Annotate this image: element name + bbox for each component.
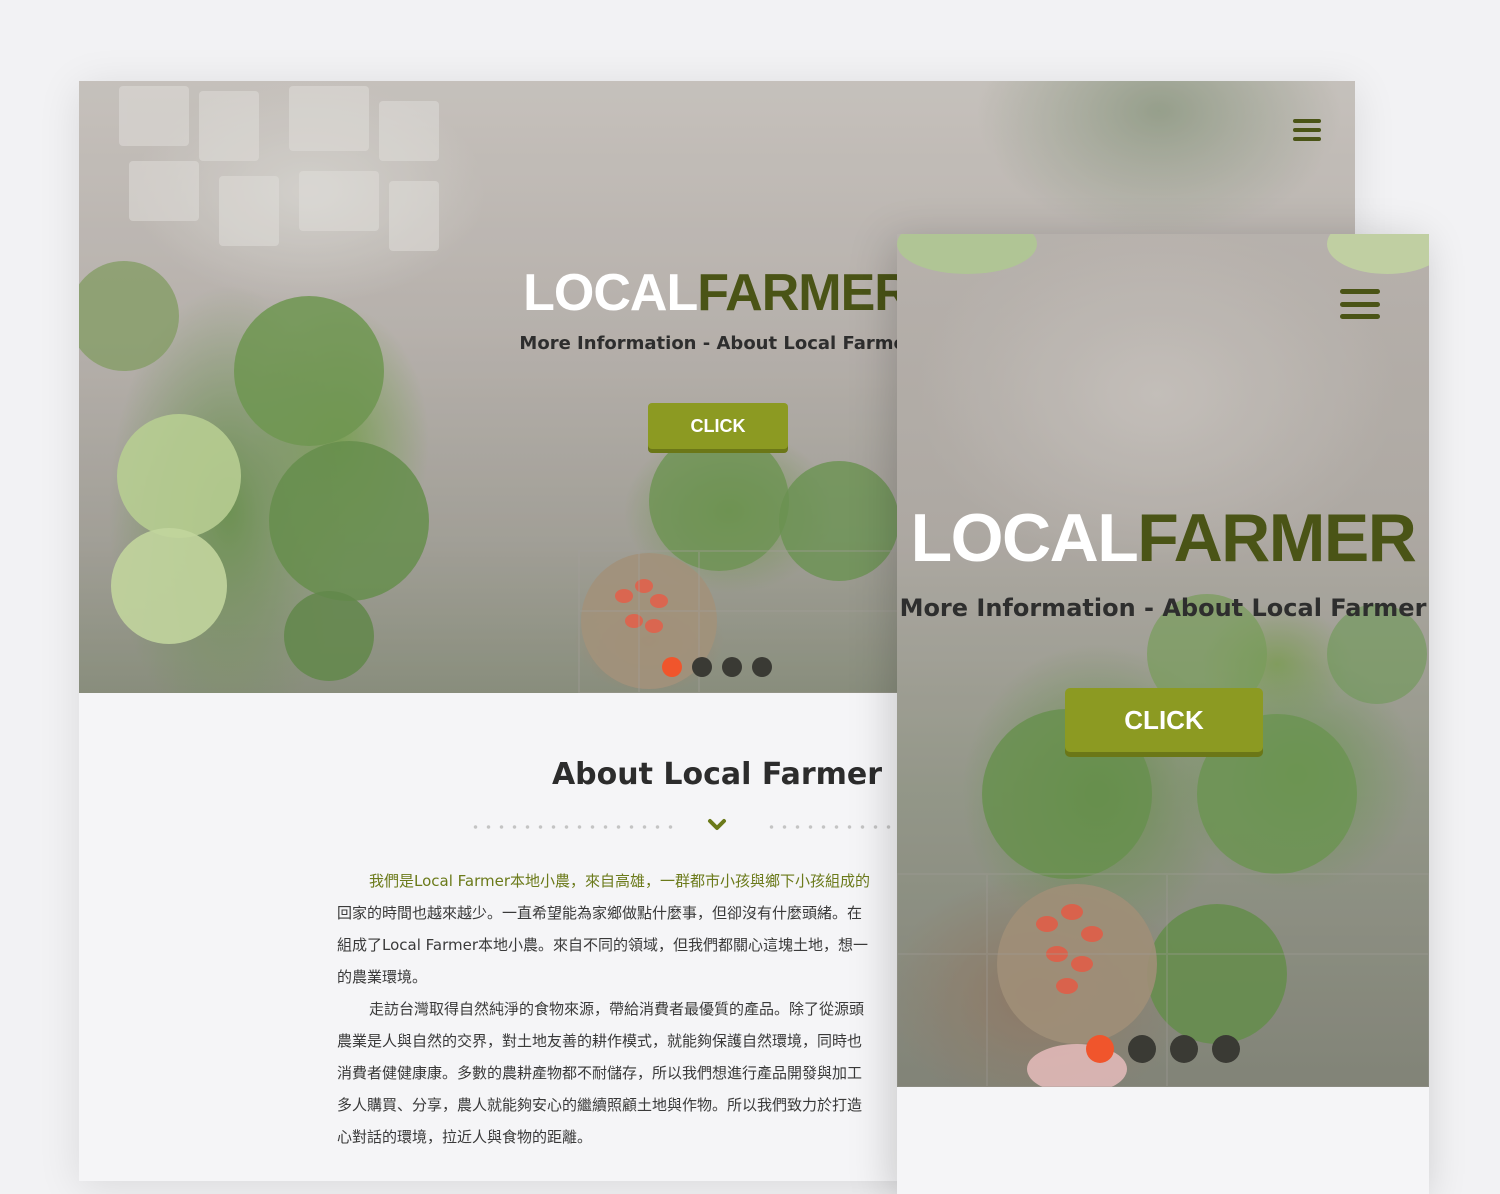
hamburger-menu-icon[interactable] <box>1293 119 1321 141</box>
slider-dot-4[interactable] <box>752 657 772 677</box>
site-logo[interactable]: LOCALFARMER <box>517 267 917 319</box>
logo-farmer-text: FARMER <box>697 264 912 322</box>
mobile-hero-tagline: More Information - About Local Farmer <box>899 594 1427 622</box>
section-divider <box>469 817 969 837</box>
slider-dot-1[interactable] <box>662 657 682 677</box>
logo-farmer-text: FARMER <box>1137 500 1417 576</box>
mobile-site-logo[interactable]: LOCALFARMER <box>897 504 1429 572</box>
slider-dot-2[interactable] <box>1128 1035 1156 1063</box>
logo-local-text: LOCAL <box>523 264 698 322</box>
slider-dot-1[interactable] <box>1086 1035 1114 1063</box>
hero-heading-block: LOCALFARMER More Information - About Loc… <box>517 267 917 354</box>
dotted-line-left <box>469 825 679 829</box>
slider-dot-3[interactable] <box>1170 1035 1198 1063</box>
mobile-slider-pagination <box>1086 1035 1240 1063</box>
mobile-hero-background-photo <box>897 234 1429 1087</box>
slider-dot-2[interactable] <box>692 657 712 677</box>
mobile-hero-banner: LOCALFARMER More Information - About Loc… <box>897 234 1429 1087</box>
logo-local-text: LOCAL <box>910 500 1139 576</box>
hero-click-button[interactable]: CLICK <box>648 403 788 449</box>
hero-tagline: More Information - About Local Farmer <box>519 333 915 354</box>
hamburger-menu-icon[interactable] <box>1340 289 1380 319</box>
slider-dot-3[interactable] <box>722 657 742 677</box>
mobile-hero-heading-block: LOCALFARMER More Information - About Loc… <box>897 504 1429 622</box>
mobile-hero-click-button[interactable]: CLICK <box>1065 688 1263 752</box>
slider-pagination <box>662 657 772 677</box>
slider-dot-4[interactable] <box>1212 1035 1240 1063</box>
mobile-mockup: LOCALFARMER More Information - About Loc… <box>897 234 1429 1194</box>
chevron-down-icon <box>708 819 726 830</box>
